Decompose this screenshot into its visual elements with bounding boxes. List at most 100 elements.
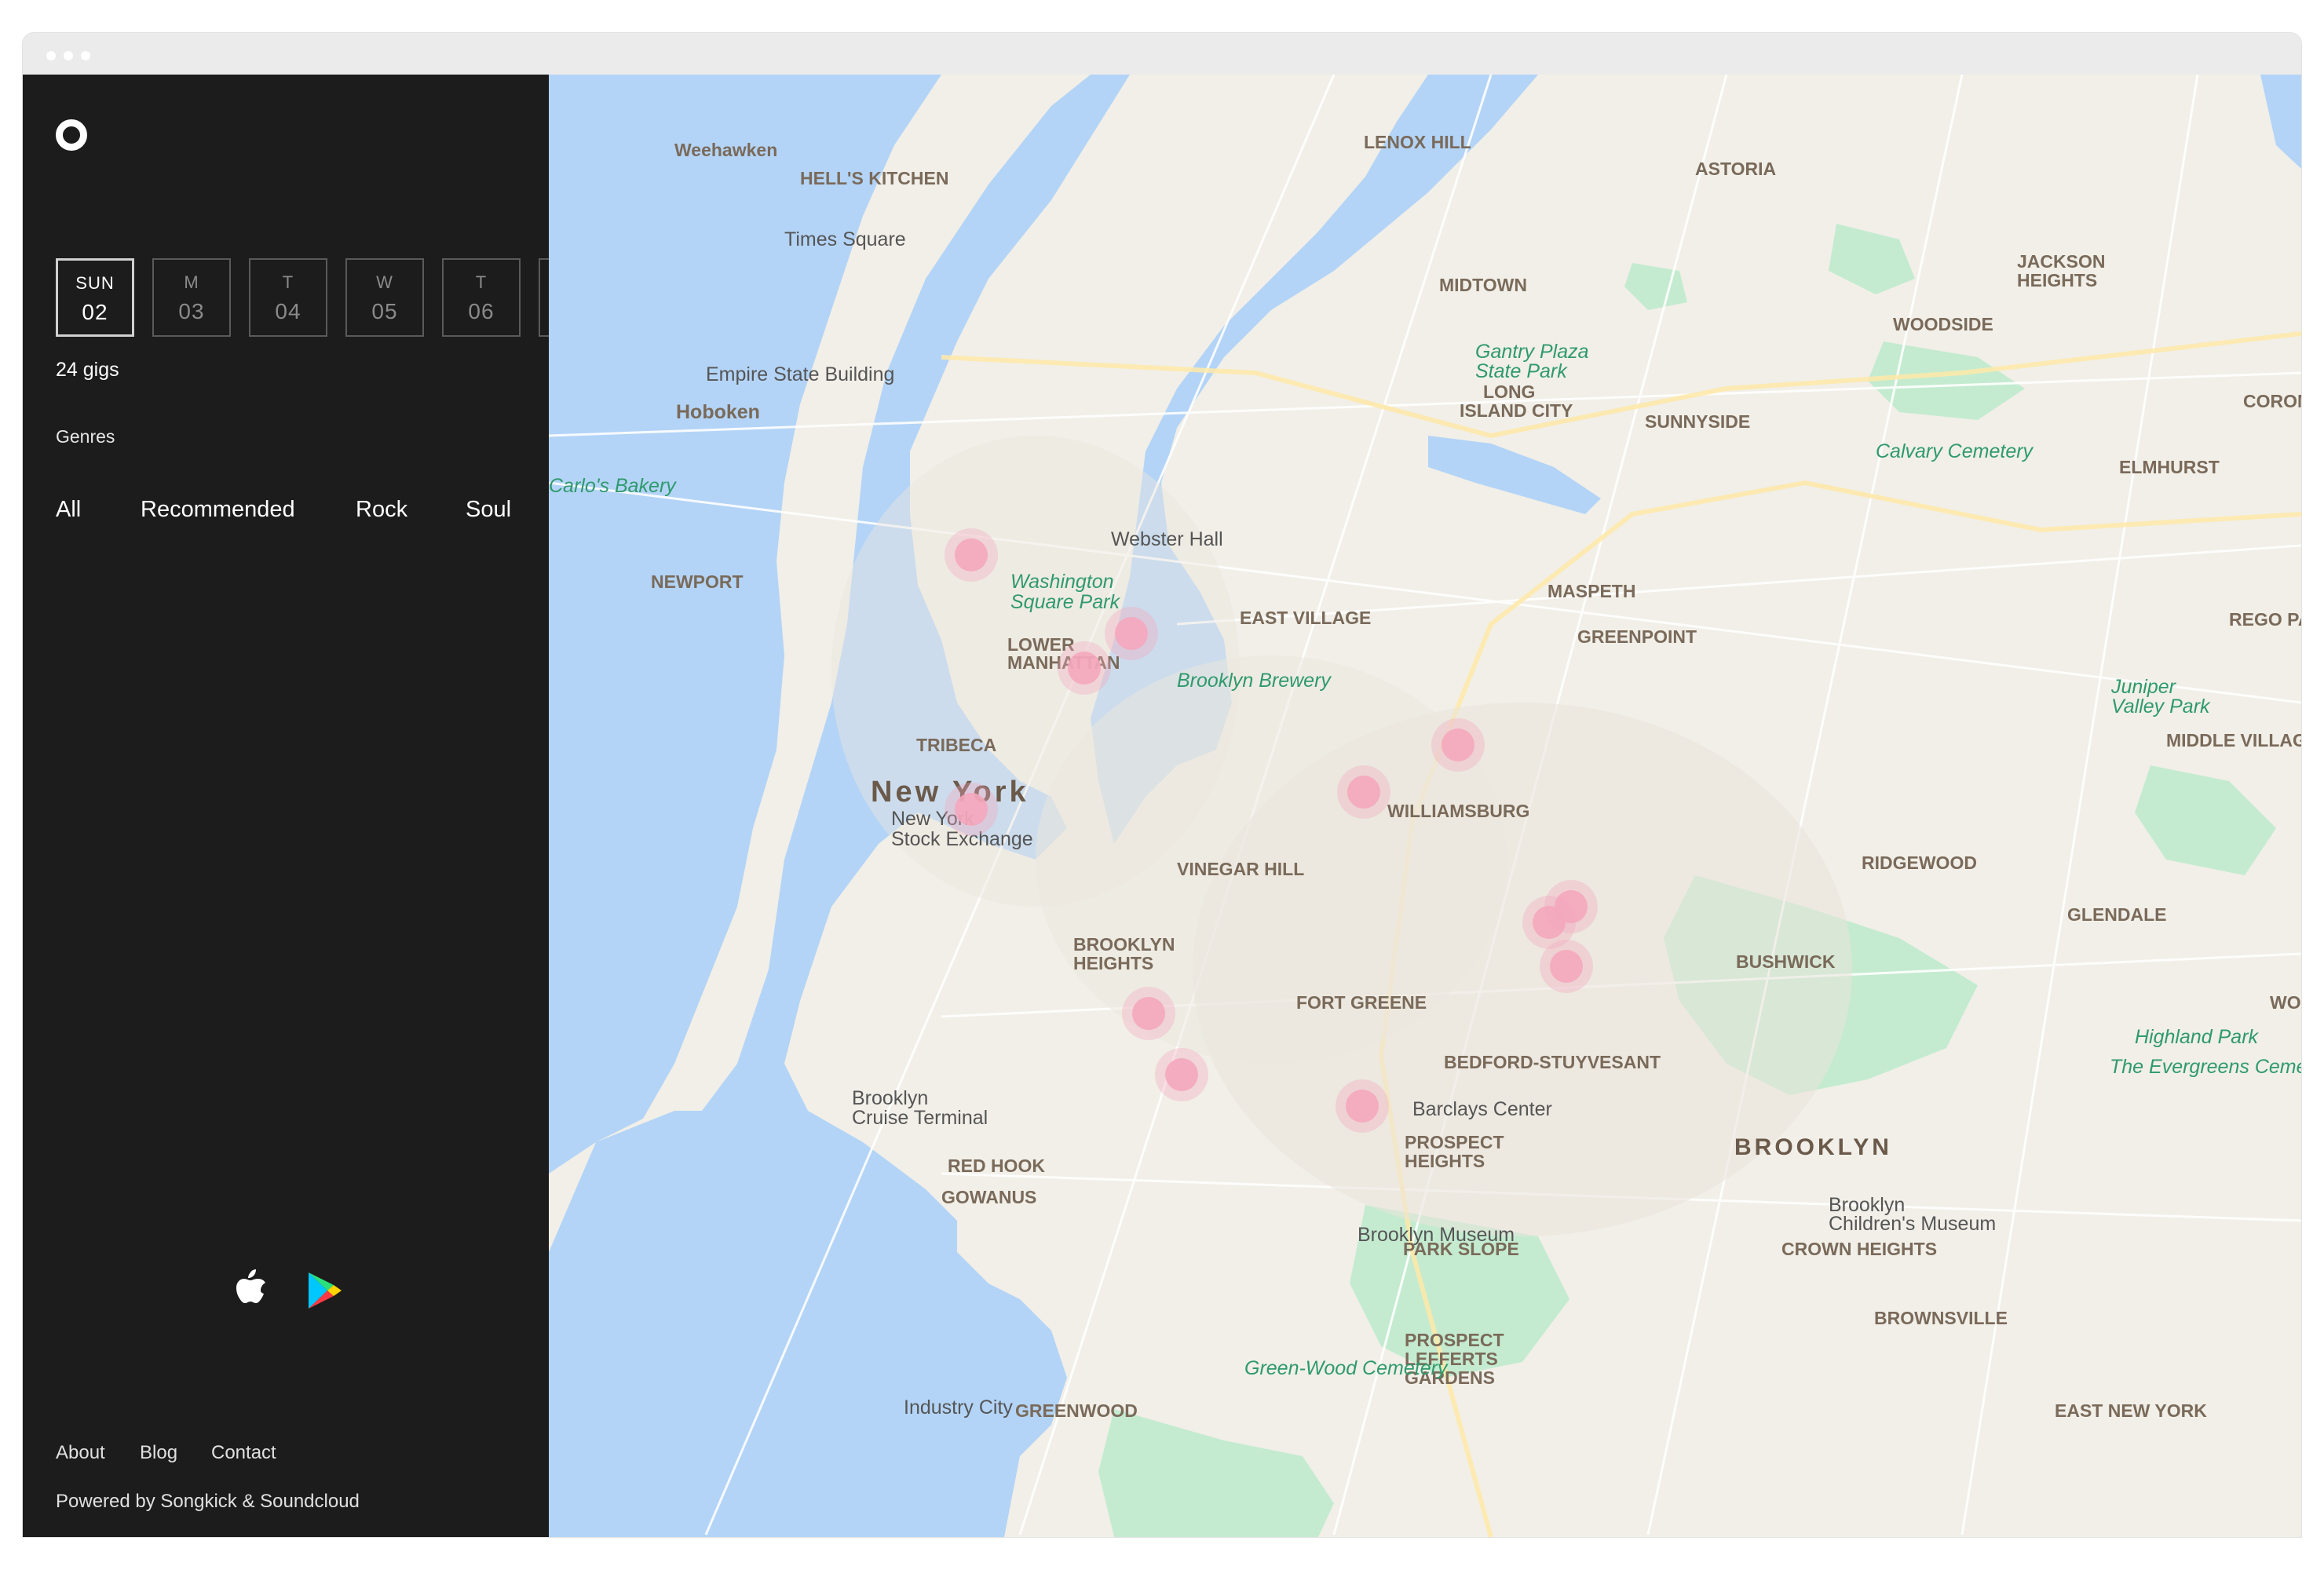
apple-icon[interactable] [228, 1266, 268, 1312]
map-label: Industry City [904, 1397, 1013, 1418]
browser-window: SUN 02 M 03 T 04 W 05 T 06 24 gigs Genre… [23, 33, 2301, 1537]
map-label: RIDGEWOOD [1862, 853, 1977, 873]
map-label: JACKSON [2017, 251, 2105, 272]
map-label: Empire State Building [706, 363, 894, 385]
window-dot-zoom[interactable] [81, 51, 90, 60]
map-label: GOWANUS [941, 1187, 1036, 1207]
map-label: EAST NEW YORK [2055, 1400, 2207, 1421]
app-logo-icon[interactable] [56, 119, 87, 151]
day-next-partial[interactable] [539, 258, 549, 337]
map-label: Children's Museum [1829, 1213, 1996, 1235]
map-label: MIDDLE VILLAGE [2166, 730, 2301, 750]
map-label: VINEGAR HILL [1177, 859, 1304, 879]
genre-all[interactable]: All [56, 497, 81, 523]
day-name: T [475, 272, 488, 292]
day-date: 02 [82, 300, 108, 324]
gig-marker-williamsburg-north[interactable] [1442, 728, 1474, 761]
contact-link[interactable]: Contact [211, 1442, 276, 1464]
map-label: LENOX HILL [1364, 132, 1471, 152]
gig-marker-fort-greene[interactable] [1132, 997, 1165, 1030]
map-label: Brooklyn Brewery [1177, 670, 1332, 692]
map-label: HEIGHTS [2017, 270, 2097, 290]
map-label: Calvary Cemetery [1876, 440, 2034, 462]
gig-marker-lower-east-side[interactable] [1068, 652, 1101, 685]
day-sun-02[interactable]: SUN 02 [56, 258, 134, 337]
map-label: GREENPOINT [1577, 626, 1697, 647]
day-date: 04 [275, 299, 301, 323]
map-label: PARK SLOPE [1403, 1239, 1519, 1259]
map-label: The Evergreens Cemetery [2110, 1056, 2301, 1078]
map-label: Square Park [1010, 591, 1120, 613]
about-link[interactable]: About [56, 1442, 105, 1464]
window-dot-minimize[interactable] [64, 51, 73, 60]
gig-marker-east-village[interactable] [1115, 617, 1148, 650]
map-label: NEWPORT [651, 571, 744, 592]
day-date: 03 [178, 299, 205, 323]
map-label: Highland Park [2135, 1026, 2260, 1048]
window-dot-close[interactable] [46, 51, 56, 60]
map-label: Washington [1010, 571, 1114, 593]
map-label: State Park [1475, 360, 1568, 382]
map-label: Webster Hall [1111, 528, 1223, 550]
map-label: BUSHWICK [1736, 951, 1836, 972]
map-label: ELMHURST [2119, 457, 2220, 477]
gig-marker-bushwick-3[interactable] [1550, 950, 1583, 983]
map-label: EAST VILLAGE [1240, 608, 1371, 628]
map-label: WOODSIDE [1893, 314, 1993, 334]
map-label: RED HOOK [948, 1156, 1045, 1176]
map-label: BROOKLYN [1734, 1134, 1892, 1160]
map-label: MASPETH [1548, 581, 1635, 601]
map-label: CROWN HEIGHTS [1781, 1239, 1937, 1259]
map-label: WOO [2270, 992, 2301, 1013]
google-play-icon[interactable] [307, 1271, 343, 1310]
day-tue-04[interactable]: T 04 [249, 258, 327, 337]
map-label: TRIBECA [916, 735, 996, 755]
map-label: Weehawken [674, 140, 777, 160]
map-label: WILLIAMSBURG [1387, 801, 1529, 821]
genre-recommended[interactable]: Recommended [141, 497, 295, 523]
map-label: Valley Park [2111, 696, 2211, 717]
map-label: BROWNSVILLE [1874, 1308, 2008, 1328]
gig-marker-williamsburg-south[interactable] [1347, 776, 1380, 809]
map-canvas[interactable]: Weehawken HELL'S KITCHEN LENOX HILL ASTORIA… [549, 75, 2301, 1537]
gig-marker-bushwick-2[interactable] [1533, 906, 1566, 939]
genre-rock[interactable]: Rock [356, 497, 407, 523]
day-wed-05[interactable]: W 05 [345, 258, 424, 337]
map-label: Cruise Terminal [852, 1107, 988, 1129]
powered-by: Powered by Songkick & Soundcloud [56, 1491, 360, 1512]
map-label: HEIGHTS [1405, 1151, 1485, 1171]
day-name: W [376, 272, 393, 292]
map-label: PROSPECT [1405, 1330, 1504, 1350]
gig-marker-barclays[interactable] [1165, 1058, 1198, 1091]
map-label: MIDTOWN [1439, 275, 1527, 295]
gig-marker-crown-heights[interactable] [1346, 1090, 1379, 1123]
gig-marker-washington-square[interactable] [955, 539, 988, 571]
map-label: LONG [1483, 382, 1535, 402]
map-label: REGO PAR [2229, 609, 2301, 630]
day-date: 06 [468, 299, 495, 323]
map-label: BEDFORD-STUYVESANT [1444, 1052, 1661, 1072]
map-label: ASTORIA [1695, 159, 1776, 179]
sidebar: SUN 02 M 03 T 04 W 05 T 06 24 gigs Genre… [23, 75, 549, 1537]
day-mon-03[interactable]: M 03 [152, 258, 231, 337]
map-label: PROSPECT [1405, 1132, 1504, 1152]
day-name: SUN [75, 273, 115, 293]
map-label: Times Square [784, 228, 906, 250]
map-label: GLENDALE [2067, 904, 2167, 925]
map-label: HEIGHTS [1073, 953, 1153, 973]
day-thu-06[interactable]: T 06 [442, 258, 521, 337]
map-label: ISLAND CITY [1460, 400, 1573, 421]
genres-label: Genres [56, 426, 115, 447]
genre-soul[interactable]: Soul [466, 497, 511, 523]
map-label: FORT GREENE [1296, 992, 1427, 1013]
map-label: SUNNYSIDE [1645, 411, 1750, 432]
map-label: Gantry Plaza [1475, 341, 1589, 363]
map-label: Brooklyn [852, 1087, 928, 1109]
map-label: Green-Wood Cemetery [1244, 1357, 1449, 1379]
gig-marker-financial-district[interactable] [955, 793, 988, 826]
map-label: BROOKLYN [1073, 934, 1175, 955]
map-label: Juniper [2110, 676, 2177, 698]
blog-link[interactable]: Blog [140, 1442, 177, 1464]
map-view[interactable]: Weehawken HELL'S KITCHEN LENOX HILL ASTORIA… [549, 75, 2301, 1537]
map-label: Barclays Center [1412, 1098, 1552, 1120]
